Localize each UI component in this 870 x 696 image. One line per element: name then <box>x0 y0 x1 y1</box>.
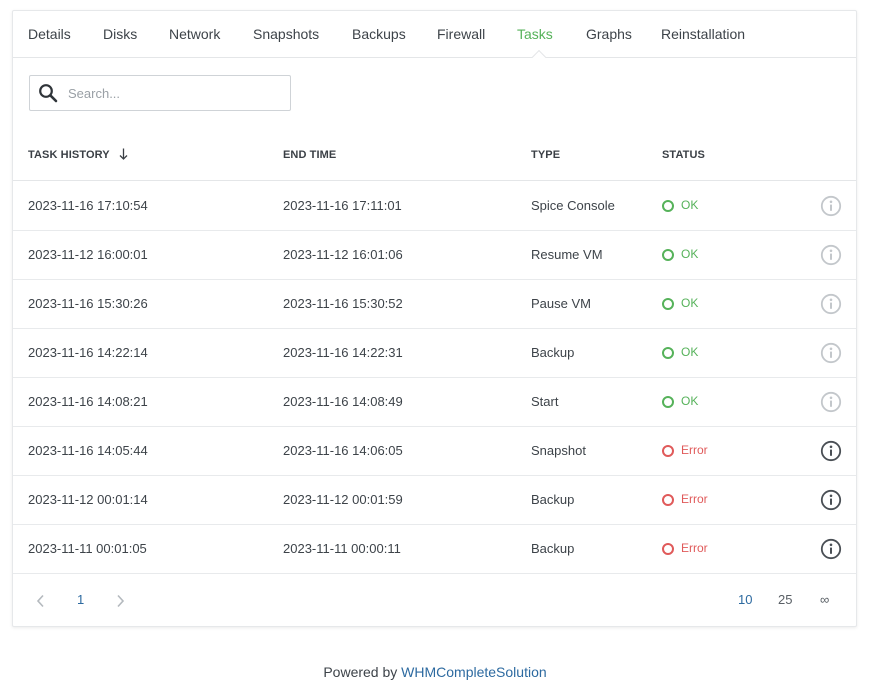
status-badge: Error <box>681 541 708 555</box>
tab-network[interactable]: Network <box>169 11 220 57</box>
column-header-status[interactable]: STATUS <box>662 139 705 181</box>
info-icon[interactable] <box>820 489 842 511</box>
status-ok-icon <box>662 249 674 261</box>
cell-task-history: 2023-11-11 00:01:05 <box>28 541 147 556</box>
status-badge: Error <box>681 492 708 506</box>
column-header-task-history-label: TASK HISTORY <box>28 149 110 161</box>
status-badge: OK <box>681 247 699 261</box>
cell-end-time: 2023-11-16 15:30:52 <box>283 296 403 311</box>
cell-end-time: 2023-11-16 17:11:01 <box>283 198 402 213</box>
status-badge: OK <box>681 394 699 408</box>
cell-task-history: 2023-11-16 14:05:44 <box>28 443 148 458</box>
cell-end-time: 2023-11-16 14:08:49 <box>283 394 403 409</box>
cell-task-history: 2023-11-12 00:01:14 <box>28 492 148 507</box>
task-table-body: 2023-11-16 17:10:54 2023-11-16 17:11:01 Sp… <box>13 182 856 574</box>
pagination: 1 10 25 ∞ <box>13 576 856 626</box>
column-header-task-history[interactable]: TASK HISTORY <box>28 139 128 181</box>
cell-end-time: 2023-11-12 16:01:06 <box>283 247 403 262</box>
info-icon[interactable] <box>820 391 842 413</box>
table-row: 2023-11-16 14:08:21 2023-11-16 14:08:49 St… <box>13 378 856 427</box>
footer-prefix: Powered by <box>323 664 398 680</box>
status-error-icon <box>662 543 674 555</box>
cell-type: Backup <box>531 492 575 507</box>
tab-firewall[interactable]: Firewall <box>437 11 485 57</box>
tab-reinstallation[interactable]: Reinstallation <box>661 11 745 57</box>
cell-task-history: 2023-11-16 15:30:26 <box>28 296 148 311</box>
status-ok-icon <box>662 396 674 408</box>
cell-type: Snapshot <box>531 443 586 458</box>
table-header: TASK HISTORY END TIME TYPE STATUS <box>13 139 856 181</box>
tab-details[interactable]: Details <box>28 11 71 57</box>
status-badge: OK <box>681 198 699 212</box>
page-size-10[interactable]: 10 <box>738 576 752 626</box>
tasks-card: Details Disks Network Snapshots Backups … <box>12 10 857 627</box>
tab-bar: Details Disks Network Snapshots Backups … <box>13 11 856 58</box>
search-box[interactable] <box>29 75 291 111</box>
cell-type: Pause VM <box>531 296 591 311</box>
column-header-type[interactable]: TYPE <box>531 139 560 181</box>
cell-end-time: 2023-11-16 14:22:31 <box>283 345 403 360</box>
search-input[interactable] <box>68 76 286 110</box>
status-error-icon <box>662 494 674 506</box>
info-icon[interactable] <box>820 293 842 315</box>
info-icon[interactable] <box>820 244 842 266</box>
status-badge: OK <box>681 345 699 359</box>
cell-end-time: 2023-11-12 00:01:59 <box>283 492 403 507</box>
chevron-left-icon[interactable] <box>35 594 47 608</box>
arrow-down-icon[interactable] <box>119 148 128 160</box>
table-row: 2023-11-16 14:22:14 2023-11-16 14:22:31 Ba… <box>13 329 856 378</box>
status-ok-icon <box>662 298 674 310</box>
page-number-current[interactable]: 1 <box>77 576 84 626</box>
cell-type: Backup <box>531 345 575 360</box>
status-ok-icon <box>662 200 674 212</box>
cell-type: Resume VM <box>531 247 603 262</box>
search-icon <box>39 84 58 103</box>
info-icon[interactable] <box>820 342 842 364</box>
chevron-right-icon[interactable] <box>114 594 126 608</box>
cell-task-history: 2023-11-16 14:22:14 <box>28 345 148 360</box>
cell-end-time: 2023-11-16 14:06:05 <box>283 443 403 458</box>
page-size-25[interactable]: 25 <box>778 576 792 626</box>
cell-type: Start <box>531 394 559 409</box>
status-badge: Error <box>681 443 708 457</box>
cell-task-history: 2023-11-16 14:08:21 <box>28 394 148 409</box>
table-row: 2023-11-16 17:10:54 2023-11-16 17:11:01 Sp… <box>13 182 856 231</box>
cell-end-time: 2023-11-11 00:00:11 <box>283 541 401 556</box>
table-row: 2023-11-16 14:05:44 2023-11-16 14:06:05 Sn… <box>13 427 856 476</box>
table-row: 2023-11-11 00:01:05 2023-11-11 00:00:11 Ba… <box>13 525 856 574</box>
status-ok-icon <box>662 347 674 359</box>
cell-type: Backup <box>531 541 575 556</box>
tab-snapshots[interactable]: Snapshots <box>253 11 319 57</box>
cell-task-history: 2023-11-16 17:10:54 <box>28 198 148 213</box>
info-icon[interactable] <box>820 440 842 462</box>
info-icon[interactable] <box>820 195 842 217</box>
info-icon[interactable] <box>820 538 842 560</box>
table-row: 2023-11-12 16:00:01 2023-11-12 16:01:06 Re… <box>13 231 856 280</box>
table-row: 2023-11-16 15:30:26 2023-11-16 15:30:52 Pa… <box>13 280 856 329</box>
cell-task-history: 2023-11-12 16:00:01 <box>28 247 148 262</box>
tab-backups[interactable]: Backups <box>352 11 406 57</box>
status-badge: OK <box>681 296 699 310</box>
table-row: 2023-11-12 00:01:14 2023-11-12 00:01:59 Ba… <box>13 476 856 525</box>
footer-link[interactable]: WHMCompleteSolution <box>401 664 547 680</box>
page-size-all[interactable]: ∞ <box>820 576 829 626</box>
status-error-icon <box>662 445 674 457</box>
tab-disks[interactable]: Disks <box>103 11 137 57</box>
cell-type: Spice Console <box>531 198 615 213</box>
column-header-end-time[interactable]: END TIME <box>283 139 336 181</box>
footer: Powered by WHMCompleteSolution <box>0 664 870 680</box>
tab-graphs[interactable]: Graphs <box>586 11 632 57</box>
tab-tasks[interactable]: Tasks <box>517 11 553 57</box>
